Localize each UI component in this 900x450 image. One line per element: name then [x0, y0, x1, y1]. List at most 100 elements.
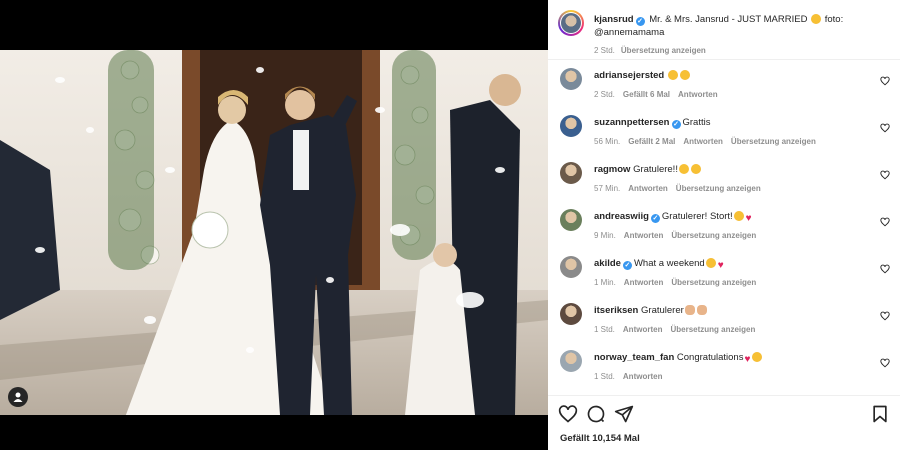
verified-badge-icon: ✓ [635, 17, 645, 26]
heart-icon[interactable] [558, 404, 578, 424]
comment-like-heart-icon[interactable] [880, 123, 890, 133]
comment-time: 1 Std. [594, 325, 615, 334]
commenter-username[interactable]: ragmow [594, 164, 630, 175]
comment-like-heart-icon[interactable] [880, 217, 890, 227]
heart-eyes-emoji-icon [690, 164, 701, 174]
reply-link[interactable]: Antworten [623, 372, 663, 381]
translate-link[interactable]: Übersetzung anzeigen [731, 137, 816, 146]
verified-badge-icon: ✓ [622, 261, 632, 270]
post-caption-header: kjansrud ✓ Mr. & Mrs. Jansrud - JUST MARR… [548, 0, 900, 60]
comment-meta: 56 Min. Gefällt 2 Mal Antworten Übersetzung… [594, 137, 824, 146]
caption-meta: 2 Std. Übersetzung anzeigen [594, 44, 890, 57]
comment-item: akilde ✓ What a weekend ♥ 1 Min. Antworten Übe… [548, 250, 900, 290]
post-actions-bar: Gefällt 10,154 Mal [548, 395, 900, 450]
heart-eyes-emoji-icon [679, 70, 690, 80]
comment-time: 56 Min. [594, 137, 621, 146]
comments-list[interactable]: adriansejersted 2 Std. Gefällt 6 Mal Antwo… [548, 62, 900, 390]
party-emoji-icon [678, 164, 689, 174]
caption-translate-link[interactable]: Übersetzung anzeigen [621, 46, 706, 55]
share-icon[interactable] [614, 404, 634, 424]
comment-like-count[interactable]: Gefällt 2 Mal [628, 137, 675, 146]
comment-body: ragmow Gratulere!! [594, 164, 874, 176]
comment-like-count[interactable]: Gefällt 6 Mal [623, 90, 670, 99]
comment-text: What a weekend [633, 258, 705, 269]
post-photo[interactable] [0, 50, 548, 415]
commenter-username[interactable]: itseriksen [594, 305, 638, 316]
post-caption: kjansrud ✓ Mr. & Mrs. Jansrud - JUST MARR… [594, 13, 890, 57]
heart-eyes-emoji-icon [705, 258, 716, 268]
like-count[interactable]: Gefällt 10,154 Mal [560, 433, 640, 444]
comment-time: 1 Min. [594, 278, 616, 287]
commenter-avatar[interactable] [560, 256, 582, 278]
caption-suffix: foto: [824, 14, 844, 25]
author-avatar[interactable] [558, 10, 584, 36]
heart-emoji-icon: ♥ [744, 354, 751, 365]
comment-meta: 57 Min. Antworten Übersetzung anzeigen [594, 184, 769, 193]
reply-link[interactable]: Antworten [678, 90, 718, 99]
reply-link[interactable]: Antworten [628, 184, 668, 193]
commenter-username[interactable]: adriansejersted [594, 70, 664, 81]
author-username[interactable]: kjansrud [594, 14, 634, 25]
commenter-avatar[interactable] [560, 303, 582, 325]
comment-like-heart-icon[interactable] [880, 170, 890, 180]
heart-eyes-emoji-icon [733, 211, 744, 221]
comment-meta: 9 Min. Antworten Übersetzung anzeigen [594, 231, 764, 240]
comment-item: adriansejersted 2 Std. Gefällt 6 Mal Antwo… [548, 62, 900, 102]
commenter-avatar[interactable] [560, 115, 582, 137]
commenter-avatar[interactable] [560, 209, 582, 231]
comment-like-heart-icon[interactable] [880, 311, 890, 321]
translate-link[interactable]: Übersetzung anzeigen [670, 325, 755, 334]
bookmark-icon[interactable] [870, 404, 890, 424]
commenter-username[interactable]: suzannpettersen [594, 117, 670, 128]
heart-eyes-emoji-icon [667, 70, 678, 80]
verified-badge-icon: ✓ [671, 120, 681, 129]
comment-item: andreaswiig ✓ Gratulerer! Stort! ♥ 9 Min. Ant… [548, 203, 900, 243]
comment-meta: 1 Std. Antworten [594, 372, 670, 381]
comment-body: suzannpettersen ✓ Grattis [594, 117, 874, 129]
reply-link[interactable]: Antworten [683, 137, 723, 146]
comment-time: 9 Min. [594, 231, 616, 240]
comment-meta: 1 Std. Antworten Übersetzung anzeigen [594, 325, 763, 334]
comment-text: Gratulerer [641, 305, 684, 316]
clap-emoji-icon [684, 305, 695, 315]
comment-body: akilde ✓ What a weekend ♥ [594, 258, 874, 271]
heart-emoji-icon: ♥ [745, 213, 752, 224]
reply-link[interactable]: Antworten [624, 278, 664, 287]
translate-link[interactable]: Übersetzung anzeigen [676, 184, 761, 193]
commenter-avatar[interactable] [560, 68, 582, 90]
comment-time: 57 Min. [594, 184, 621, 193]
heart-eyes-emoji-icon [752, 352, 763, 362]
comment-text: Gratulere!! [633, 164, 678, 175]
comment-body: norway_team_fan Congratulations♥ [594, 352, 874, 365]
commenter-avatar[interactable] [560, 162, 582, 184]
translate-link[interactable]: Übersetzung anzeigen [671, 278, 756, 287]
post-media-pane [0, 0, 548, 450]
clap-emoji-icon [696, 305, 707, 315]
reply-link[interactable]: Antworten [623, 325, 663, 334]
commenter-username[interactable]: akilde [594, 258, 621, 269]
reply-link[interactable]: Antworten [624, 231, 664, 240]
caption-text: Mr. & Mrs. Jansrud - JUST MARRIED [649, 14, 808, 25]
comment-time: 1 Std. [594, 372, 615, 381]
comment-text: Gratulerer! Stort! [661, 211, 733, 222]
comment-like-heart-icon[interactable] [880, 358, 890, 368]
post-side-panel: kjansrud ✓ Mr. & Mrs. Jansrud - JUST MARR… [548, 0, 900, 450]
commenter-username[interactable]: andreaswiig [594, 211, 649, 222]
commenter-username[interactable]: norway_team_fan [594, 352, 674, 363]
commenter-avatar[interactable] [560, 350, 582, 372]
comment-text: Grattis [682, 117, 711, 128]
caption-credit-link[interactable]: @annemamama [594, 27, 664, 38]
heart-eyes-emoji-icon [811, 14, 822, 24]
comment-body: andreaswiig ✓ Gratulerer! Stort! ♥ [594, 211, 874, 224]
comment-item: norway_team_fan Congratulations♥ 1 Std. An… [548, 344, 900, 384]
translate-link[interactable]: Übersetzung anzeigen [671, 231, 756, 240]
comment-like-heart-icon[interactable] [880, 264, 890, 274]
comment-time: 2 Std. [594, 90, 615, 99]
comment-body: itseriksen Gratulerer [594, 305, 874, 317]
comment-icon[interactable] [586, 404, 606, 424]
person-tag-icon[interactable] [8, 387, 28, 407]
caption-time: 2 Std. [594, 46, 615, 55]
comment-item: itseriksen Gratulerer 1 Std. Antworten Über… [548, 297, 900, 337]
verified-badge-icon: ✓ [650, 214, 660, 223]
comment-like-heart-icon[interactable] [880, 76, 890, 86]
